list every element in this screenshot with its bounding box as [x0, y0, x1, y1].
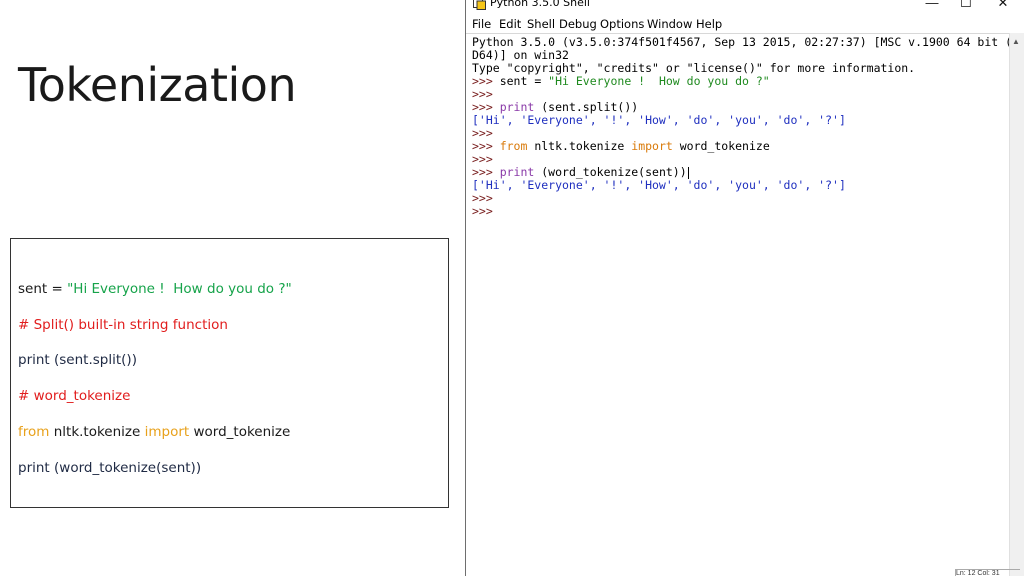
- shell-line: >>>: [472, 126, 500, 140]
- status-bar: Ln: 12 Col: 31: [955, 569, 1020, 576]
- maximize-button[interactable]: ☐: [956, 0, 976, 11]
- scroll-up-arrow-icon[interactable]: ▲: [1012, 37, 1020, 46]
- shell-keyword: import: [631, 139, 673, 153]
- code-text: word_tokenize: [189, 424, 291, 440]
- close-button[interactable]: ✕: [993, 0, 1013, 11]
- shell-output: ['Hi', 'Everyone', '!', 'How', 'do', 'yo…: [472, 113, 846, 127]
- shell-code: (sent.split()): [534, 100, 639, 114]
- code-string: "Hi Everyone ! How do you do ?": [67, 281, 292, 297]
- menu-debug[interactable]: Debug: [559, 17, 597, 31]
- prompt: >>>: [472, 126, 500, 140]
- shell-line: >>>: [472, 87, 500, 101]
- shell-line: >>>: [472, 191, 500, 205]
- shell-line: >>> print (sent.split()): [472, 100, 638, 114]
- shell-builtin: print: [499, 100, 535, 114]
- banner-line: Python 3.5.0 (v3.5.0:374f501f4567, Sep 1…: [472, 35, 1024, 49]
- shell-code: (word_tokenize(sent)): [534, 165, 687, 179]
- menu-options[interactable]: Options: [600, 17, 644, 31]
- shell-code: sent =: [499, 74, 549, 88]
- shell-code: word_tokenize: [672, 139, 770, 153]
- shell-line: >>> print (word_tokenize(sent)): [472, 165, 689, 179]
- shell-line: >>>: [472, 204, 500, 218]
- code-comment-tokenize: # word_tokenize: [18, 388, 131, 404]
- prompt: >>>: [472, 152, 500, 166]
- code-keyword-from: from: [18, 424, 50, 440]
- window-title: Python 3.5.0 Shell: [490, 0, 590, 9]
- code-line-print-tokenize: print (word_tokenize(sent)): [18, 460, 202, 476]
- text-cursor: [687, 166, 689, 179]
- code-text: nltk.tokenize: [49, 424, 145, 440]
- code-comment-split: # Split() built-in string function: [18, 317, 228, 333]
- shell-builtin: print: [499, 165, 535, 179]
- shell-keyword: from: [499, 139, 528, 153]
- menu-window[interactable]: Window: [647, 17, 692, 31]
- shell-line: >>> sent = "Hi Everyone ! How do you do …: [472, 74, 770, 88]
- menu-shell[interactable]: Shell: [527, 17, 555, 31]
- prompt: >>>: [472, 74, 500, 88]
- minimize-button[interactable]: —: [922, 0, 942, 10]
- menu-help[interactable]: Help: [696, 17, 722, 31]
- code-text: sent =: [18, 281, 68, 297]
- code-line-print-split: print (sent.split()): [18, 352, 137, 368]
- slide-title: Tokenization: [18, 58, 297, 112]
- prompt: >>>: [472, 87, 500, 101]
- shell-text-area[interactable]: Python 3.5.0 (v3.5.0:374f501f4567, Sep 1…: [466, 33, 1024, 576]
- shell-code: nltk.tokenize: [527, 139, 632, 153]
- prompt: >>>: [472, 139, 500, 153]
- python-shell-window[interactable]: Python 3.5.0 Shell — ☐ ✕ File Edit Shell…: [465, 0, 1024, 576]
- menu-file[interactable]: File: [472, 17, 491, 31]
- prompt: >>>: [472, 204, 500, 218]
- python-idle-icon: [473, 0, 486, 10]
- shell-line: >>>: [472, 152, 500, 166]
- prompt: >>>: [472, 100, 500, 114]
- shell-string: "Hi Everyone ! How do you do ?": [548, 74, 770, 88]
- prompt: >>>: [472, 165, 500, 179]
- menu-edit[interactable]: Edit: [499, 17, 521, 31]
- code-line-sent: sent = "Hi Everyone ! How do you do ?": [18, 281, 292, 297]
- banner-line: D64)] on win32: [472, 48, 569, 62]
- code-line-import: from nltk.tokenize import word_tokenize: [18, 424, 290, 440]
- prompt: >>>: [472, 191, 500, 205]
- code-snippet-box: sent = "Hi Everyone ! How do you do ?" #…: [10, 238, 449, 508]
- title-bar[interactable]: Python 3.5.0 Shell — ☐ ✕: [466, 0, 1024, 14]
- banner-line: Type "copyright", "credits" or "license(…: [472, 61, 916, 75]
- code-keyword-import: import: [144, 424, 190, 440]
- shell-line: >>> from nltk.tokenize import word_token…: [472, 139, 770, 153]
- menu-bar: File Edit Shell Debug Options Window Hel…: [466, 15, 1024, 34]
- vertical-scrollbar[interactable]: ▲: [1009, 33, 1024, 576]
- shell-output: ['Hi', 'Everyone', '!', 'How', 'do', 'yo…: [472, 178, 846, 192]
